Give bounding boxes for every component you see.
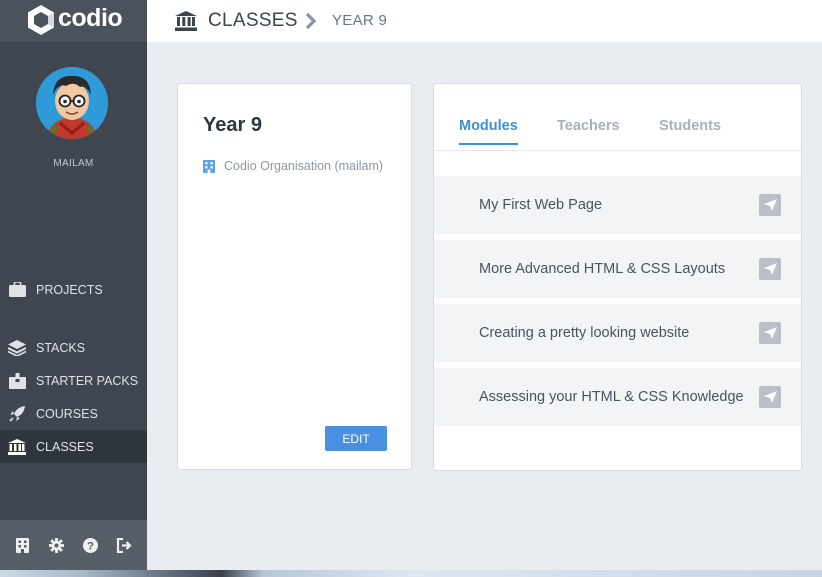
organisation-name: Codio Organisation (mailam) — [224, 159, 384, 173]
send-icon[interactable] — [759, 194, 781, 216]
class-info-card: Year 9 Codio Organisation (mailam) EDIT — [177, 83, 412, 470]
module-row[interactable]: More Advanced HTML & CSS Layouts — [434, 240, 801, 298]
svg-text:?: ? — [87, 540, 94, 552]
sidebar-item-starter-packs[interactable]: STARTER PACKS — [0, 364, 147, 397]
bank-icon — [8, 438, 26, 456]
help-icon[interactable]: ? — [81, 536, 99, 554]
breadcrumb: CLASSES YEAR 9 — [147, 0, 822, 42]
breadcrumb-current: YEAR 9 — [332, 12, 388, 29]
module-row[interactable]: Creating a pretty looking website — [434, 304, 801, 362]
avatar[interactable] — [36, 67, 108, 139]
breadcrumb-classes-link[interactable]: CLASSES — [208, 10, 298, 32]
send-icon[interactable] — [759, 258, 781, 280]
sidebar-item-label: CLASSES — [36, 439, 94, 454]
sidebar-item-label: STACKS — [36, 340, 86, 355]
layers-icon — [8, 339, 26, 357]
taskbar-strip — [0, 570, 822, 577]
tab-modules[interactable]: Modules — [459, 118, 518, 145]
class-content-panel: Modules Teachers Students My First Web P… — [433, 83, 802, 471]
chevron-right-icon — [305, 12, 317, 30]
codio-logo-icon[interactable] — [26, 4, 56, 36]
module-title: Creating a pretty looking website — [479, 325, 690, 341]
module-row[interactable]: My First Web Page — [434, 176, 801, 234]
module-title: More Advanced HTML & CSS Layouts — [479, 261, 726, 277]
sidebar-item-label: STARTER PACKS — [36, 373, 139, 388]
logo-text: codio — [58, 4, 123, 32]
logout-icon[interactable] — [115, 536, 133, 554]
send-icon[interactable] — [759, 322, 781, 344]
bank-icon — [175, 11, 197, 31]
building-icon — [203, 159, 215, 173]
sidebar-item-label: COURSES — [36, 406, 98, 421]
module-title: My First Web Page — [479, 197, 603, 213]
edit-button[interactable]: EDIT — [325, 426, 387, 451]
tab-bar: Modules Teachers Students — [434, 84, 801, 151]
avatar-image — [36, 67, 108, 139]
send-icon[interactable] — [759, 386, 781, 408]
logo-bar: codio — [0, 0, 147, 42]
rocket-icon — [8, 405, 26, 423]
sidebar: codio MAILAM PROJECTS STACKS STARTER PAC… — [0, 0, 147, 570]
building-icon[interactable] — [14, 536, 32, 554]
sidebar-footer: ? — [0, 520, 147, 570]
sidebar-item-courses[interactable]: COURSES — [0, 397, 147, 430]
sidebar-item-stacks[interactable]: STACKS — [0, 331, 147, 364]
organisation-row: Codio Organisation (mailam) — [203, 159, 383, 173]
briefcase-icon — [8, 281, 26, 299]
sidebar-item-projects[interactable]: PROJECTS — [0, 273, 147, 306]
tab-students[interactable]: Students — [659, 118, 721, 143]
gear-icon[interactable] — [48, 536, 66, 554]
sidebar-item-label: PROJECTS — [36, 282, 103, 297]
module-row[interactable]: Assessing your HTML & CSS Knowledge — [434, 368, 801, 426]
tab-teachers[interactable]: Teachers — [557, 118, 620, 143]
module-title: Assessing your HTML & CSS Knowledge — [479, 389, 744, 405]
class-title: Year 9 — [203, 114, 262, 136]
sidebar-item-classes[interactable]: CLASSES — [0, 430, 147, 463]
box-icon — [8, 372, 26, 390]
username: MAILAM — [53, 158, 94, 169]
